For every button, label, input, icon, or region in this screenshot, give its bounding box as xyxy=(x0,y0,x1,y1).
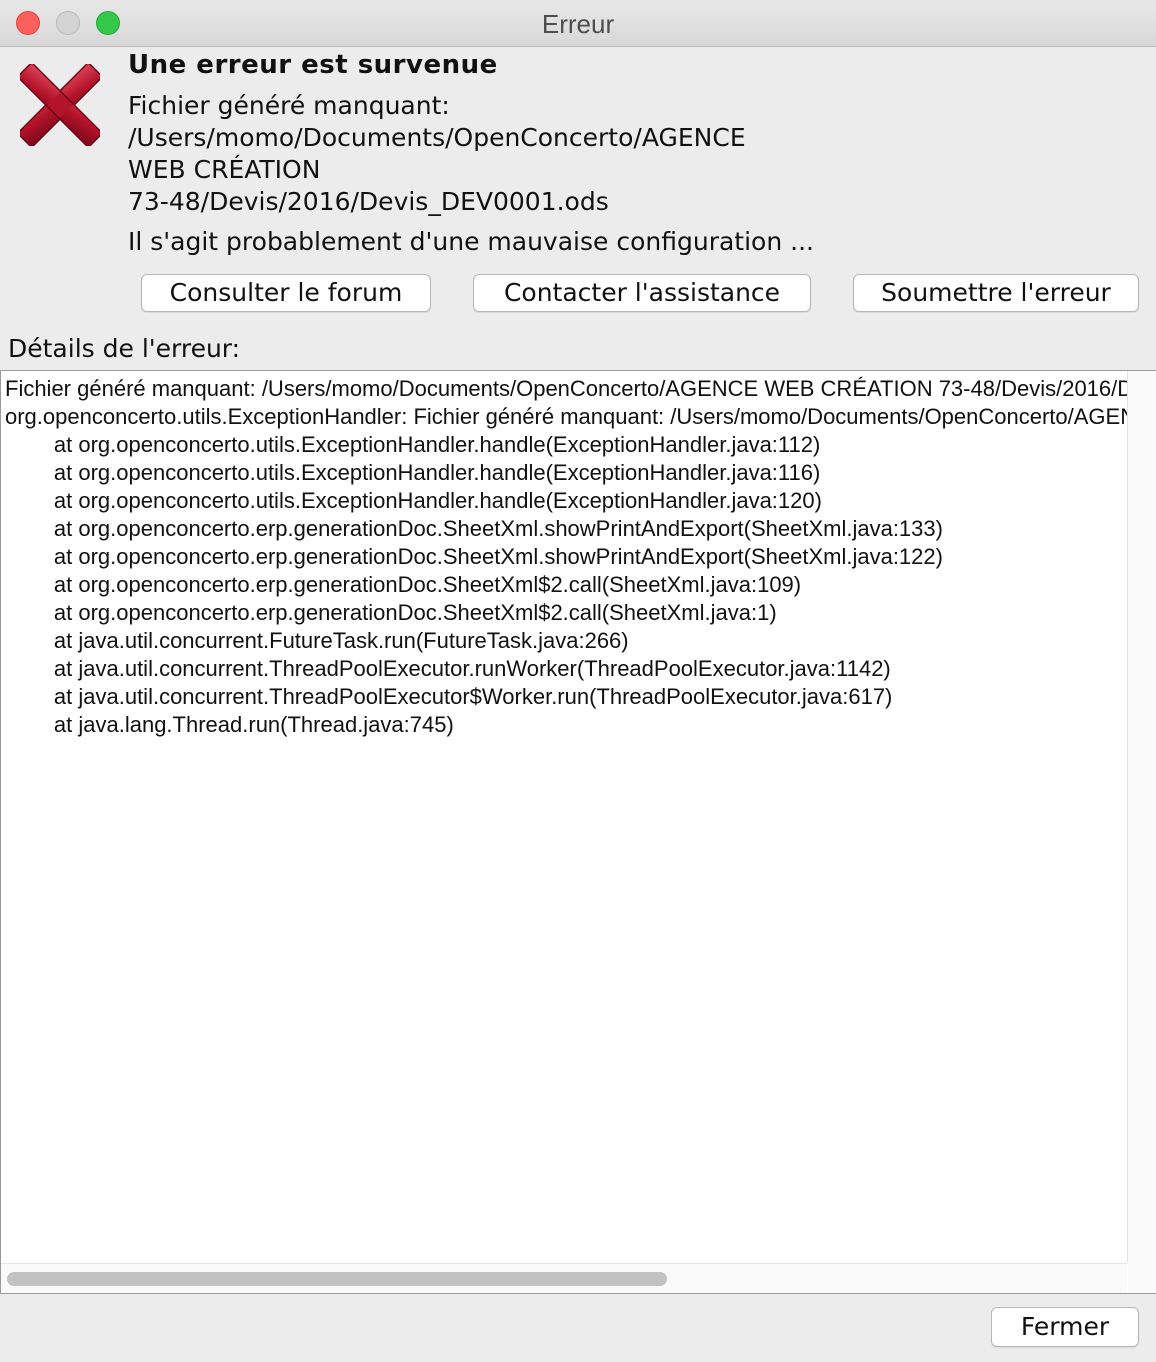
horizontal-scrollbar[interactable] xyxy=(1,1263,1127,1293)
error-heading: Une erreur est survenue xyxy=(128,50,498,80)
vertical-scrollbar[interactable] xyxy=(1127,371,1156,1263)
window-title: Erreur xyxy=(541,9,615,39)
message-line: Fichier généré manquant: xyxy=(128,91,450,120)
title-bar[interactable]: Erreur xyxy=(0,0,1156,47)
submit-error-button[interactable]: Soumettre l'erreur xyxy=(853,274,1139,312)
error-details-textarea[interactable]: Fichier généré manquant: /Users/momo/Doc… xyxy=(0,370,1156,1294)
contact-support-button[interactable]: Contacter l'assistance xyxy=(473,274,811,312)
stack-trace-text[interactable]: Fichier généré manquant: /Users/momo/Doc… xyxy=(5,375,1127,1255)
close-button[interactable]: Fermer xyxy=(991,1307,1139,1347)
consult-forum-button[interactable]: Consulter le forum xyxy=(141,274,431,312)
horizontal-scroll-thumb[interactable] xyxy=(7,1272,667,1286)
details-label: Détails de l'erreur: xyxy=(8,334,241,363)
message-line: WEB CRÉATION xyxy=(128,155,321,184)
configuration-hint: Il s'agit probablement d'une mauvaise co… xyxy=(128,227,814,256)
scroll-corner xyxy=(1128,1263,1156,1293)
error-dialog-window: Erreur Une erreur est survenue Fichier g… xyxy=(0,0,1156,1362)
message-line: /Users/momo/Documents/OpenConcerto/AGENC… xyxy=(128,123,746,152)
error-x-icon xyxy=(20,64,100,146)
message-line: 73-48/Devis/2016/Devis_DEV0001.ods xyxy=(128,187,609,216)
